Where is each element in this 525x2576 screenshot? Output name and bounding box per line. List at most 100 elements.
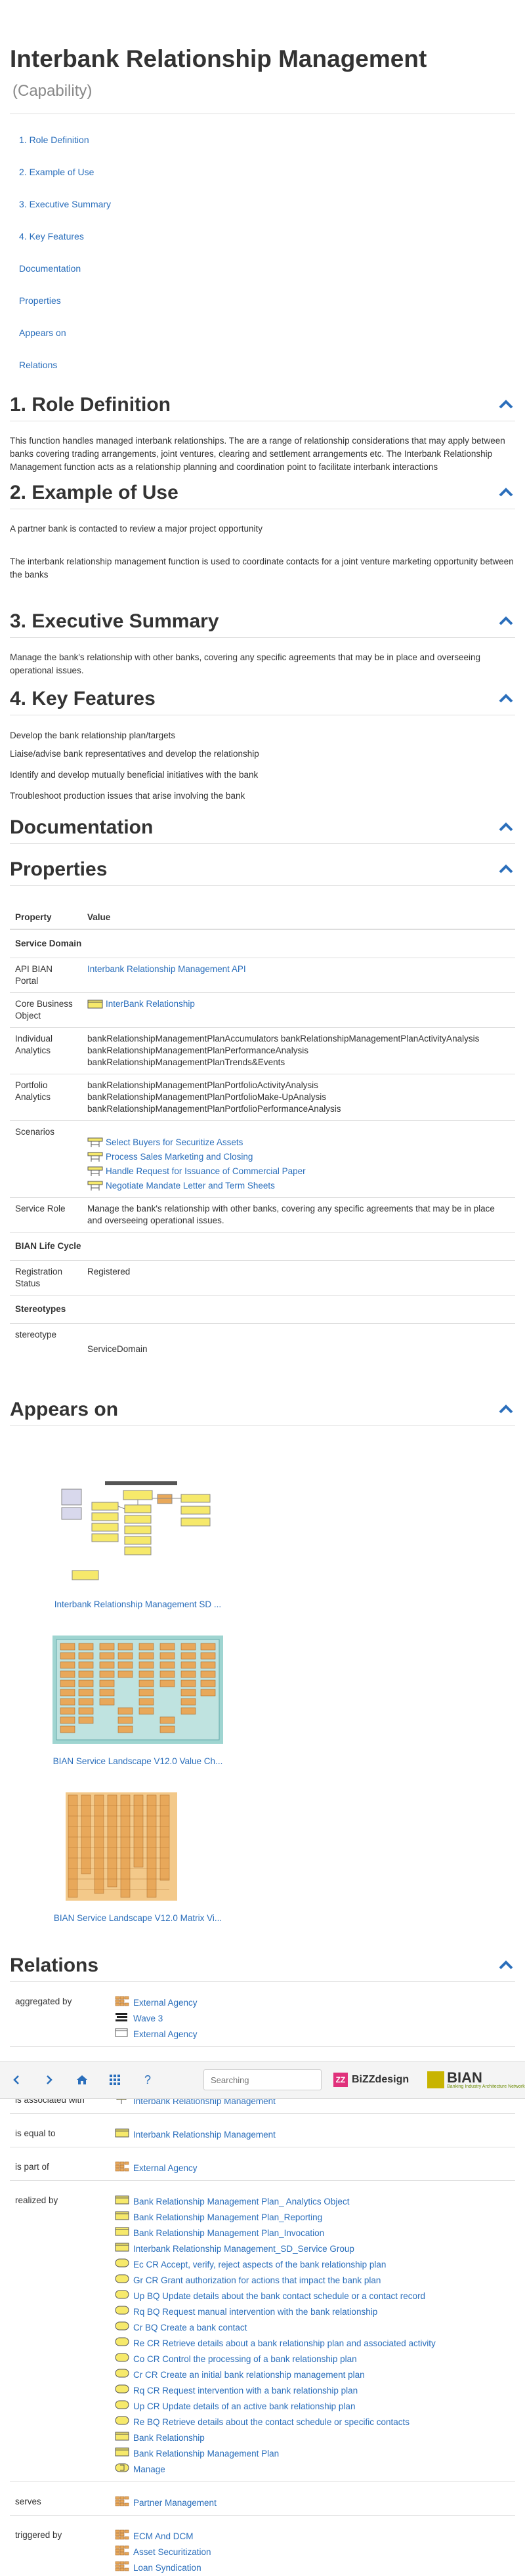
toc-item-appears-on[interactable]: Appears on <box>10 327 515 359</box>
relation-link[interactable]: Interbank Relationship Management <box>133 2128 276 2142</box>
chevron-up-icon[interactable] <box>497 818 515 837</box>
relation-link[interactable]: Ec CR Accept, verify, reject aspects of … <box>133 2258 386 2271</box>
object-icon <box>115 2226 129 2241</box>
diagram-link[interactable]: BIAN Service Landscape V12.0 Matrix Vi..… <box>49 1913 226 1923</box>
object-icon <box>115 2447 129 2461</box>
blank-icon <box>115 2027 129 2042</box>
scenario-link[interactable]: Select Buyers for Securitize Assets <box>106 1137 243 1147</box>
object-icon <box>115 2195 129 2209</box>
toc-item-properties[interactable]: Properties <box>10 295 515 327</box>
relation-link[interactable]: Bank Relationship <box>133 2432 205 2445</box>
relation-link[interactable]: Bank Relationship Management Plan <box>133 2447 279 2460</box>
diagram-link[interactable]: Interbank Relationship Management SD ... <box>49 1599 226 1609</box>
object-icon <box>115 2128 129 2142</box>
bian-logo-text: BIAN <box>447 2069 482 2086</box>
grid-icon <box>115 2161 129 2176</box>
toc-item-executive-summary[interactable]: 3. Executive Summary <box>10 198 515 230</box>
list-item: Manage <box>115 2462 515 2478</box>
relation-link[interactable]: Gr CR Grant authorization for actions th… <box>133 2274 381 2287</box>
group-label: Service Domain <box>10 929 515 958</box>
relation-link[interactable]: Rq CR Request intervention with a bank r… <box>133 2384 358 2397</box>
chevron-up-icon[interactable] <box>497 1956 515 1975</box>
toc-link[interactable]: Relations <box>19 360 57 370</box>
toc-link[interactable]: Appears on <box>19 327 66 338</box>
list-item: Bank Relationship Management Plan_Invoca… <box>115 2226 515 2241</box>
relation-link[interactable]: Cr CR Create an initial bank relationshi… <box>133 2369 365 2382</box>
function-icon <box>115 2462 129 2477</box>
forward-button[interactable] <box>33 2067 66 2093</box>
toc-item-example-of-use[interactable]: 2. Example of Use <box>10 166 515 198</box>
list-item: Bank Relationship Management Plan <box>115 2446 515 2462</box>
chevron-up-icon[interactable] <box>497 1401 515 1419</box>
property-value: bankRelationshipManagementPlanAccumulato… <box>82 1027 515 1074</box>
bizzdesign-logo-text: BiZZdesign <box>352 2074 410 2085</box>
chevron-up-icon[interactable] <box>497 484 515 502</box>
toc-item-relations[interactable]: Relations <box>10 359 515 391</box>
help-button[interactable]: ? <box>131 2067 164 2093</box>
relation-link[interactable]: ECM And DCM <box>133 2530 194 2543</box>
relation-link[interactable]: Loan Syndication <box>133 2562 201 2575</box>
toc-item-role-definition[interactable]: 1. Role Definition <box>10 134 515 166</box>
search-input[interactable] <box>203 2069 322 2090</box>
relation-type-label: aggregated by <box>15 1996 72 2006</box>
scenario-link[interactable]: Handle Request for Issuance of Commercia… <box>106 1166 306 1176</box>
relation-link[interactable]: Bank Relationship Management Plan_ Analy… <box>133 2195 349 2208</box>
diagram-thumbnail[interactable]: BIAN Service Landscape V12.0 Matrix Vi..… <box>49 1792 226 1923</box>
toc-item-documentation[interactable]: Documentation <box>10 263 515 295</box>
relation-link[interactable]: External Agency <box>133 1996 198 2010</box>
diagram-link[interactable]: BIAN Service Landscape V12.0 Value Ch... <box>49 1756 226 1766</box>
relation-link[interactable]: Wave 3 <box>133 2012 163 2025</box>
api-portal-link[interactable]: Interbank Relationship Management API <box>87 964 246 974</box>
role-definition-text: This function handles managed interbank … <box>10 436 505 472</box>
toc-item-key-features[interactable]: 4. Key Features <box>10 230 515 263</box>
property-value: Manage the bank's relationship with othe… <box>82 1197 515 1233</box>
toc-link[interactable]: 4. Key Features <box>19 231 84 242</box>
toc-link[interactable]: 3. Executive Summary <box>19 199 111 209</box>
list-item: Re BQ Retrieve details about the contact… <box>115 2415 515 2430</box>
relation-link[interactable]: Interbank Relationship Management_SD_Ser… <box>133 2243 354 2256</box>
scenario-link[interactable]: Negotiate Mandate Letter and Term Sheets <box>106 1181 275 1191</box>
relation-group: serves Partner Management <box>10 2495 515 2511</box>
toc-link[interactable]: 2. Example of Use <box>19 167 94 177</box>
property-value: Registered <box>82 1260 515 1296</box>
relation-link[interactable]: Up BQ Update details about the bank cont… <box>133 2290 425 2303</box>
property-value: Select Buyers for Securitize Assets Proc… <box>82 1120 515 1198</box>
toc-link[interactable]: 1. Role Definition <box>19 135 89 145</box>
relation-link[interactable]: External Agency <box>133 2028 198 2041</box>
list-item: Cr BQ Create a bank contact <box>115 2320 515 2336</box>
relation-link[interactable]: Up CR Update details of an active bank r… <box>133 2400 355 2413</box>
section-title: Documentation <box>10 816 154 838</box>
relation-link[interactable]: Cr BQ Create a bank contact <box>133 2321 247 2334</box>
chevron-up-icon[interactable] <box>497 860 515 879</box>
executive-summary-text: Manage the bank's relationship with othe… <box>10 652 480 675</box>
relation-link[interactable]: Co CR Control the processing of a bank r… <box>133 2353 357 2366</box>
relation-link[interactable]: Bank Relationship Management Plan_Invoca… <box>133 2227 324 2240</box>
relation-link[interactable]: Bank Relationship Management Plan_Report… <box>133 2211 322 2224</box>
chevron-up-icon[interactable] <box>497 690 515 708</box>
relation-targets: Partner Management <box>115 2495 515 2511</box>
back-button[interactable] <box>0 2067 33 2093</box>
toc-link[interactable]: Properties <box>19 295 61 306</box>
grid-view-button[interactable] <box>98 2067 131 2093</box>
relation-link[interactable]: Partner Management <box>133 2497 217 2510</box>
chevron-up-icon[interactable] <box>497 612 515 631</box>
relation-link[interactable]: Re BQ Retrieve details about the contact… <box>133 2416 410 2429</box>
wave-icon <box>115 2012 129 2026</box>
chevron-up-icon[interactable] <box>497 396 515 414</box>
bizzdesign-logo: ZZ BiZZdesign <box>333 2073 409 2087</box>
relation-link[interactable]: External Agency <box>133 2162 198 2175</box>
diagram-thumbnail[interactable]: Interbank Relationship Management SD ... <box>49 1479 226 1609</box>
relation-link[interactable]: Asset Securitization <box>133 2546 211 2559</box>
example-of-use-text-1: A partner bank is contacted to review a … <box>10 524 262 534</box>
relation-link[interactable]: Re CR Retrieve details about a bank rela… <box>133 2337 436 2350</box>
toc-link[interactable]: Documentation <box>19 263 81 274</box>
property-value: bankRelationshipManagementPlanPortfolioA… <box>82 1074 515 1121</box>
relation-link[interactable]: Manage <box>133 2463 165 2476</box>
list-item: Troubleshoot production issues that aris… <box>10 791 245 801</box>
scenario-link[interactable]: Process Sales Marketing and Closing <box>106 1152 253 1162</box>
relation-link[interactable]: Rq BQ Request manual intervention with t… <box>133 2306 377 2319</box>
core-business-object-link[interactable]: InterBank Relationship <box>106 999 195 1009</box>
relation-type-label: realized by <box>15 2195 58 2205</box>
diagram-thumbnail[interactable]: BIAN Service Landscape V12.0 Value Ch... <box>49 1636 226 1766</box>
home-button[interactable] <box>66 2067 98 2093</box>
